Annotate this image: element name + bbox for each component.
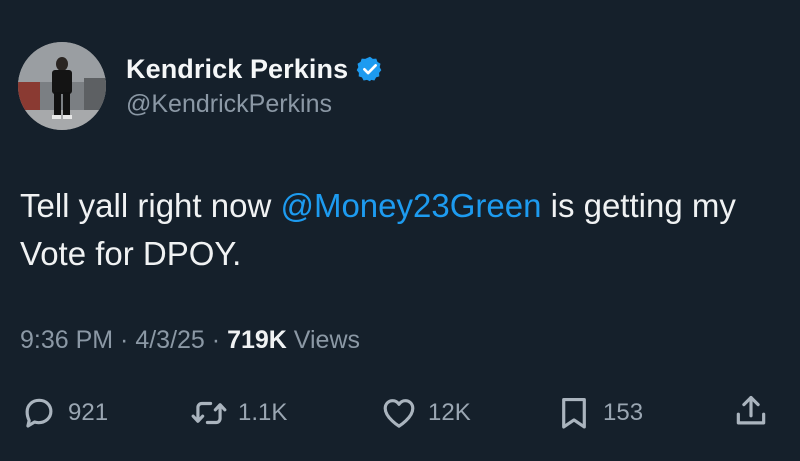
author-info: Kendrick Perkins @KendrickPerkins (126, 52, 384, 119)
views-count: 719K (227, 326, 287, 354)
handle[interactable]: @KendrickPerkins (126, 90, 384, 119)
mention-link[interactable]: @Money23Green (280, 187, 541, 224)
like-count: 12K (428, 399, 471, 426)
tweet-date[interactable]: 4/3/25 (135, 326, 205, 354)
share-icon (736, 395, 766, 425)
tweet-meta: 9:36 PM · 4/3/25 · 719K Views (20, 326, 360, 355)
tweet: Kendrick Perkins @KendrickPerkins Tell y… (0, 0, 800, 461)
reply-icon (25, 398, 53, 428)
reply-count: 921 (68, 399, 109, 426)
repost-icon (191, 401, 227, 425)
name-row: Kendrick Perkins (126, 52, 384, 86)
avatar[interactable] (18, 42, 106, 130)
like-button[interactable]: 12K (380, 394, 471, 432)
repost-button[interactable]: 1.1K (190, 394, 287, 432)
views-label: Views (286, 326, 361, 354)
meta-separator: · (204, 326, 228, 354)
like-icon (383, 399, 415, 428)
action-bar: 921 1.1K 12K 153 (0, 388, 800, 438)
verified-badge-icon (356, 56, 382, 82)
meta-separator: · (113, 326, 136, 354)
share-button[interactable] (732, 392, 770, 430)
tweet-time[interactable]: 9:36 PM (20, 326, 113, 354)
bookmark-count: 153 (603, 399, 644, 426)
tweet-text-start: Tell yall right now (20, 187, 281, 224)
avatar-photo (18, 42, 106, 130)
tweet-text: Tell yall right now @Money23Green is get… (20, 182, 790, 278)
bookmark-button[interactable]: 153 (555, 394, 643, 432)
display-name[interactable]: Kendrick Perkins (126, 54, 348, 85)
reply-button[interactable]: 921 (20, 394, 108, 432)
repost-count: 1.1K (238, 399, 288, 426)
bookmark-icon (562, 397, 586, 429)
